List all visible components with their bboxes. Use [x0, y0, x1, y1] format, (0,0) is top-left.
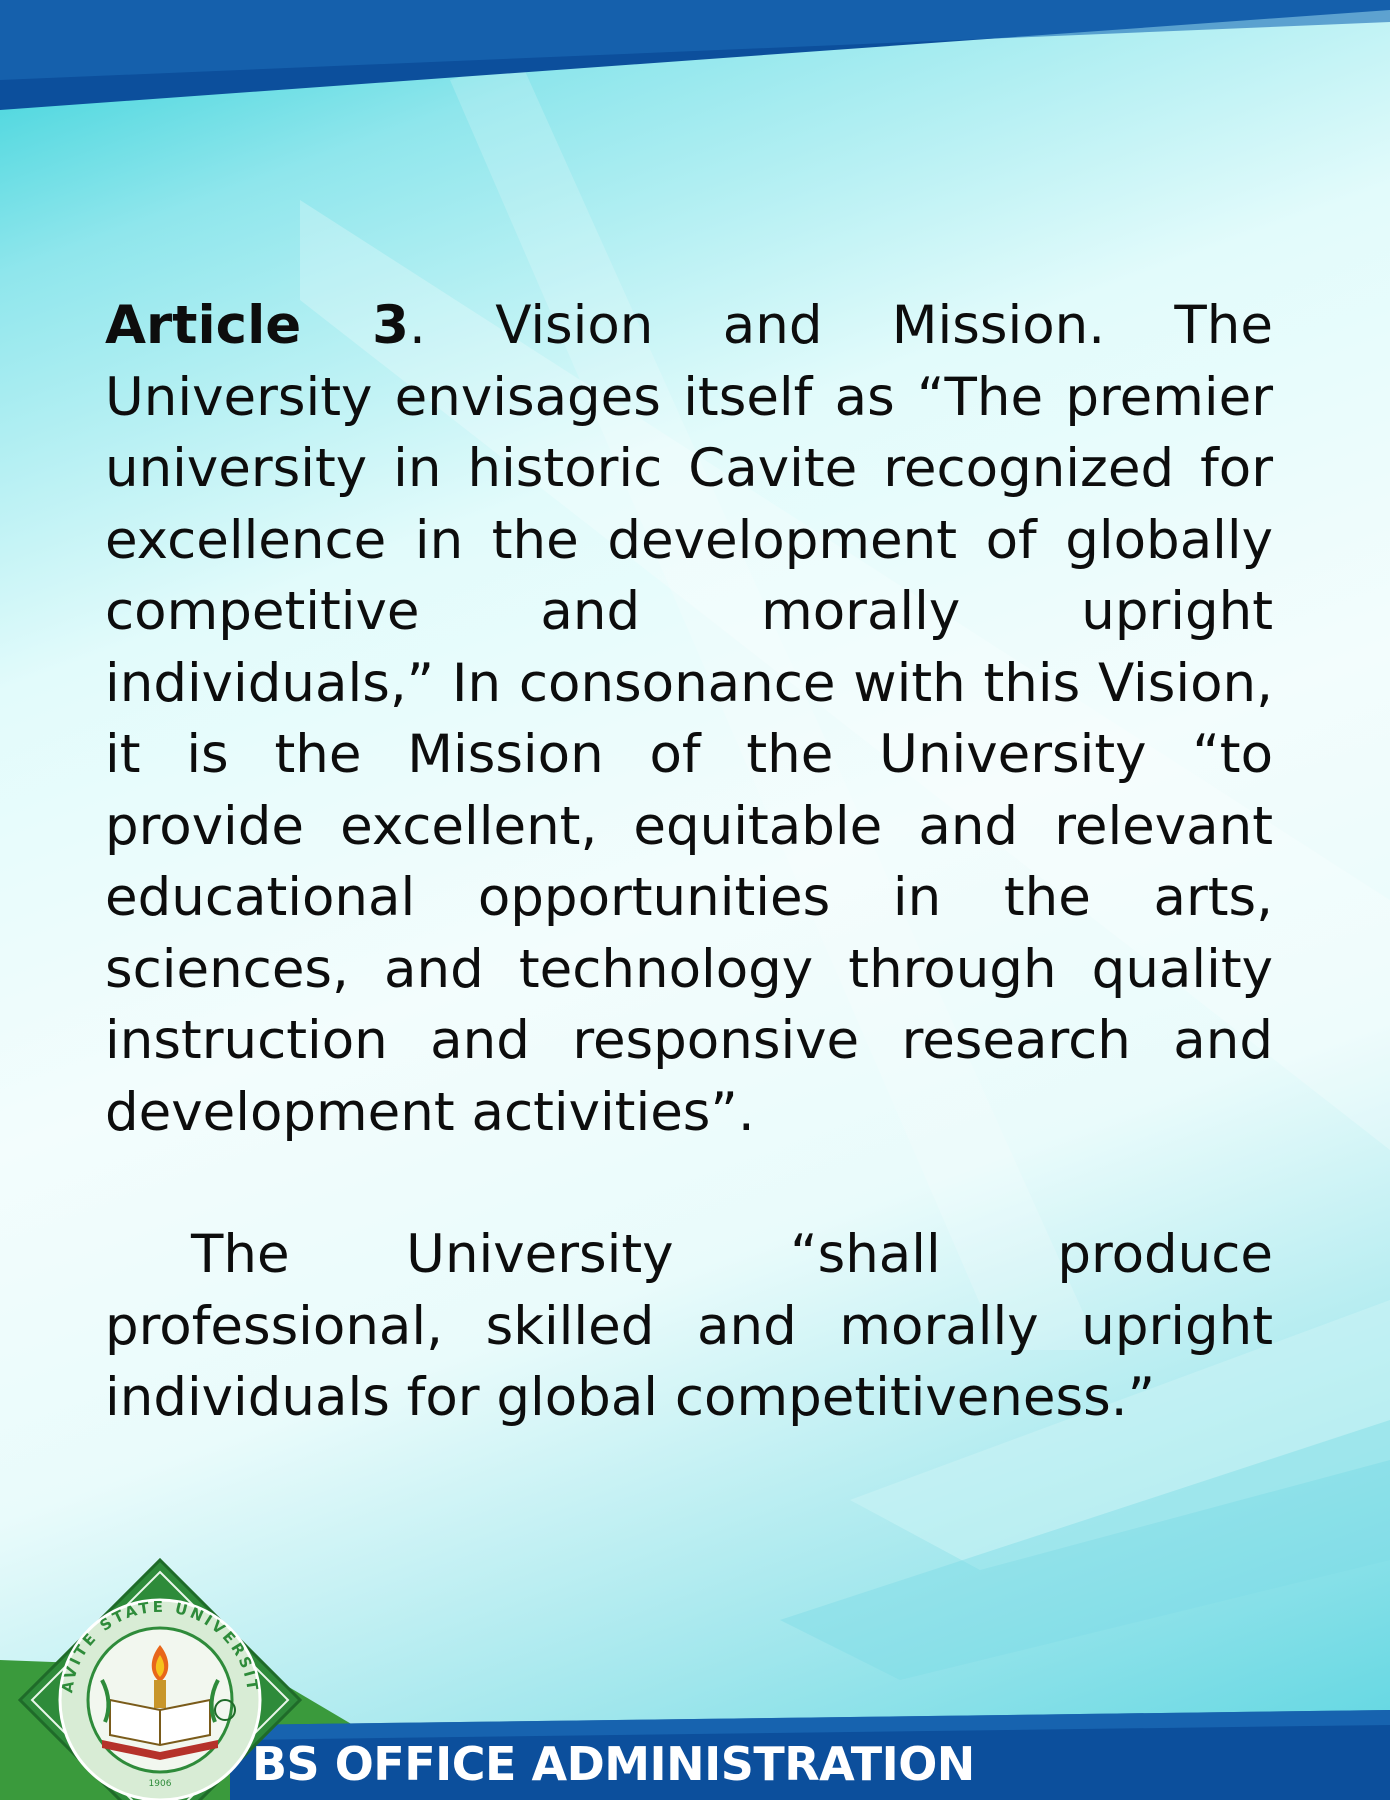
document-page: Article 3. Vision and Mission. The Unive…: [0, 0, 1390, 1800]
article-paragraph: Article 3. Vision and Mission. The Unive…: [105, 290, 1273, 1148]
article-label: Article 3: [105, 295, 410, 356]
article-body: Article 3. Vision and Mission. The Unive…: [105, 290, 1273, 1434]
article-text: . Vision and Mission. The University env…: [105, 295, 1273, 1143]
seal-year: 1906: [149, 1779, 172, 1789]
program-title: BS OFFICE ADMINISTRATION: [252, 1737, 975, 1791]
university-statement: The University “shall produce profession…: [105, 1224, 1273, 1428]
